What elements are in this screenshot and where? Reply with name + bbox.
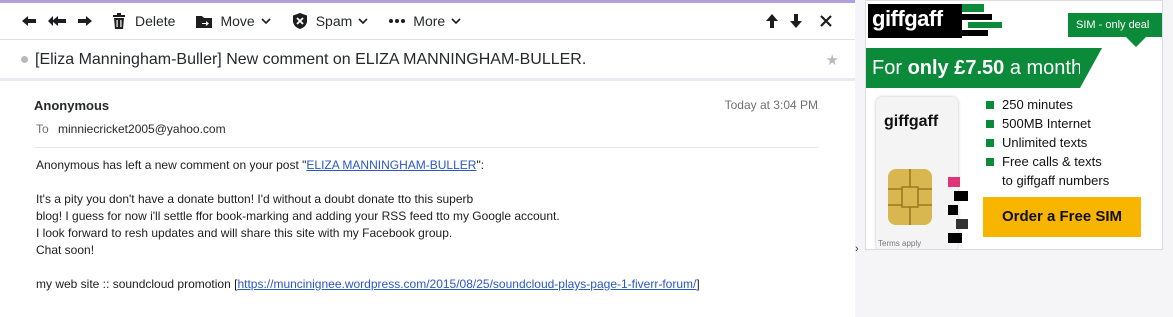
ad-feature: 250 minutes [986, 95, 1162, 114]
close-icon [820, 15, 832, 27]
comment-line: It's a pity you don't have a donate butt… [36, 192, 474, 206]
trash-icon [113, 13, 125, 29]
delete-button[interactable]: Delete [110, 3, 175, 40]
star-icon[interactable]: ★ [826, 51, 839, 69]
message-pane: Delete Move Spam More [Eliza Manningham-… [0, 0, 855, 317]
subject-row: [Eliza Manningham-Buller] New comment on… [0, 41, 855, 81]
ad-feature-list: 250 minutes 500MB Internet Unlimited tex… [986, 95, 1162, 190]
comment-intro: Anonymous has left a new comment on your… [36, 157, 836, 174]
message-body: Anonymous has left a new comment on your… [36, 157, 836, 293]
more-label: More [413, 13, 446, 29]
comment-line: blog! I guess for now i'll settle ffor b… [36, 209, 560, 223]
ad-stripes-graphic [962, 4, 1002, 36]
spam-shield-icon [292, 13, 307, 29]
sim-brand: giffgaff [884, 113, 939, 130]
website-link[interactable]: https://muncinignee.wordpress.com/2015/0… [237, 277, 696, 291]
sim-chip-icon [888, 169, 932, 225]
ad-feature-line: Free calls & texts [1002, 154, 1102, 169]
forward-icon [78, 16, 92, 26]
move-label: Move [220, 13, 255, 29]
close-message-button[interactable] [817, 3, 835, 40]
reply-all-icon [48, 16, 66, 26]
intro-suffix: ": [476, 158, 485, 172]
recipient-address[interactable]: minniecricket2005@yahoo.com [58, 122, 226, 136]
message-header: Anonymous Today at 3:04 PM To minniecric… [0, 90, 855, 148]
read-status-dot[interactable] [21, 56, 28, 63]
offer-suffix: a month: [1004, 57, 1088, 79]
sender-name[interactable]: Anonymous [34, 98, 109, 113]
reply-button[interactable] [20, 3, 38, 40]
ad-terms: Terms apply [878, 239, 922, 248]
comment-footer: my web site :: soundcloud promotion [htt… [36, 276, 836, 293]
chevron-down-icon [261, 18, 271, 25]
giffgaff-ad[interactable]: giffgaff SIM - only deal For only £7.50 … [865, 0, 1163, 250]
previous-message-button[interactable] [763, 3, 781, 40]
footer-text: my web site :: soundcloud promotion [ [36, 277, 238, 291]
comment-line: Chat soon! [36, 243, 95, 257]
offer-prefix: For [872, 57, 908, 79]
ad-badge: SIM - only deal [1068, 13, 1162, 37]
to-label: To [36, 122, 49, 136]
ad-banner-tip [1080, 48, 1102, 88]
reply-icon [22, 16, 36, 26]
message-subject: [Eliza Manningham-Buller] New comment on… [35, 50, 587, 68]
ad-offer-banner: For only £7.50 a month: [866, 48, 1088, 88]
next-message-button[interactable] [787, 3, 805, 40]
move-button[interactable]: Move [195, 3, 271, 40]
collapse-rail-button[interactable]: › [855, 243, 859, 255]
reply-all-button[interactable] [47, 3, 67, 40]
intro-text: Anonymous has left a new comment on your… [36, 158, 307, 172]
ad-feature-line: to giffgaff numbers [1002, 173, 1110, 188]
message-toolbar: Delete Move Spam More [0, 3, 855, 40]
chevron-down-icon [451, 18, 461, 25]
spam-label: Spam [315, 13, 353, 29]
spam-button[interactable]: Spam [291, 3, 369, 40]
header-divider [34, 147, 818, 148]
ad-badge-pointer [1126, 37, 1146, 47]
ad-feature: Free calls & texts to giffgaff numbers [986, 152, 1162, 190]
more-dots-icon [389, 19, 406, 23]
sim-pattern-graphic [948, 177, 968, 243]
offer-price: only £7.50 [907, 57, 1005, 79]
delete-label: Delete [135, 13, 176, 29]
forward-button[interactable] [76, 3, 94, 40]
ad-feature: Unlimited texts [986, 133, 1162, 152]
arrow-down-icon [790, 14, 802, 28]
move-to-folder-icon [196, 16, 213, 28]
arrow-up-icon [766, 14, 778, 28]
comment-line: I look forward to resh updates and will … [36, 226, 453, 240]
footer-suffix: ] [696, 277, 700, 291]
mail-app: Delete Move Spam More [Eliza Manningham-… [0, 0, 1173, 317]
ad-brand-logo: giffgaff [868, 4, 962, 38]
ad-feature: 500MB Internet [986, 114, 1162, 133]
message-time: Today at 3:04 PM [724, 98, 818, 112]
post-link[interactable]: ELIZA MANNINGHAM-BULLER [306, 158, 476, 172]
more-button[interactable]: More [388, 3, 461, 40]
sim-card-graphic: giffgaff [876, 97, 968, 249]
chevron-down-icon [358, 18, 368, 25]
order-free-sim-button[interactable]: Order a Free SIM [983, 197, 1141, 237]
